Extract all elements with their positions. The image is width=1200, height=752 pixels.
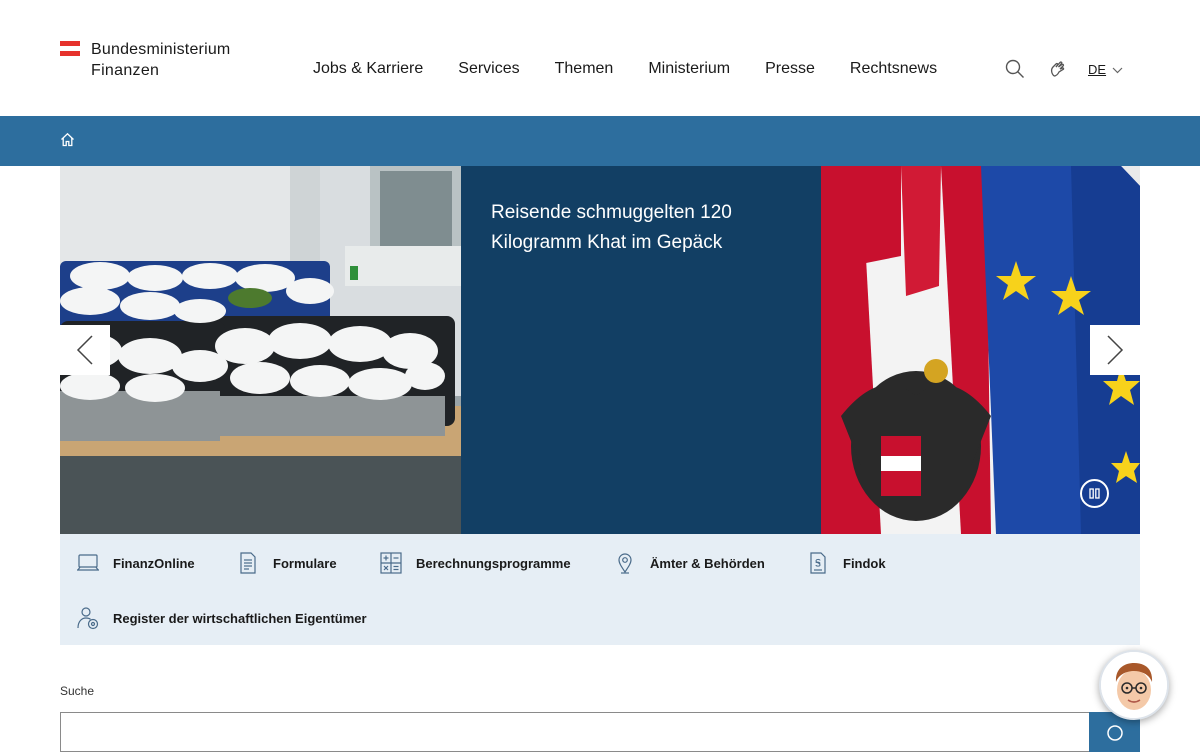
- logo-line-1: Bundesministerium: [91, 41, 231, 58]
- slide-photo-khat-luggage: [60, 166, 461, 534]
- quicklink-finanzonline[interactable]: FinanzOnline: [76, 551, 195, 575]
- quicklinks-panel: FinanzOnline Formulare Berechnungsprogra…: [60, 534, 1140, 645]
- nav-item-ministerium[interactable]: Ministerium: [648, 60, 730, 78]
- search-input[interactable]: [60, 712, 1090, 752]
- slide-title[interactable]: Reisende schmuggelten 120 Kilogramm Khat…: [491, 198, 791, 258]
- laptop-icon: [76, 551, 100, 575]
- nav-item-rechtsnews[interactable]: Rechtsnews: [850, 60, 937, 78]
- nav-item-services[interactable]: Services: [458, 60, 519, 78]
- nav-item-themen[interactable]: Themen: [555, 60, 614, 78]
- main-nav: Jobs & Karriere Services Themen Minister…: [313, 60, 937, 78]
- language-code: DE: [1088, 61, 1107, 77]
- language-selector[interactable]: DE: [1088, 62, 1123, 77]
- search-icon[interactable]: [1004, 58, 1026, 80]
- quicklink-label: Berechnungsprogramme: [416, 555, 571, 571]
- news-carousel: Reisende schmuggelten 120 Kilogramm Khat…: [60, 166, 1140, 534]
- quicklink-label: Findok: [843, 555, 886, 571]
- breadcrumb: [0, 116, 1200, 166]
- document-icon: [236, 551, 260, 575]
- carousel-next-button[interactable]: [1090, 325, 1140, 375]
- quicklink-label: Register der wirtschaftlichen Eigentümer: [113, 610, 367, 626]
- search-label: Suche: [60, 684, 95, 698]
- austria-flag-icon: [60, 41, 80, 56]
- ministry-logo[interactable]: Bundesministerium Finanzen: [60, 39, 230, 81]
- calculator-icon: [379, 551, 403, 575]
- quicklink-register-eigentuemer[interactable]: Register der wirtschaftlichen Eigentümer: [76, 606, 367, 630]
- site-header: Bundesministerium Finanzen Jobs & Karrie…: [0, 0, 1200, 116]
- carousel-pause-button[interactable]: [1080, 479, 1109, 508]
- slide-caption-panel[interactable]: Reisende schmuggelten 120 Kilogramm Khat…: [461, 166, 1052, 534]
- nav-item-presse[interactable]: Presse: [765, 60, 815, 78]
- quicklink-label: Ämter & Behörden: [650, 555, 765, 571]
- person-register-icon: [76, 606, 100, 630]
- quicklink-berechnungsprogramme[interactable]: Berechnungsprogramme: [379, 551, 571, 575]
- quicklink-formulare[interactable]: Formulare: [236, 551, 337, 575]
- quicklink-findok[interactable]: Findok: [806, 551, 886, 575]
- location-pin-icon: [613, 551, 637, 575]
- logo-line-2: Finanzen: [91, 62, 160, 79]
- chevron-down-icon: [1112, 62, 1123, 77]
- quicklink-label: FinanzOnline: [113, 555, 195, 571]
- quicklink-label: Formulare: [273, 555, 337, 571]
- home-icon[interactable]: [60, 132, 76, 148]
- sign-language-icon[interactable]: [1047, 58, 1069, 80]
- chatbot-avatar-button[interactable]: [1099, 650, 1169, 720]
- quicklink-aemter-behoerden[interactable]: Ämter & Behörden: [613, 551, 765, 575]
- search-icon: [1106, 724, 1124, 747]
- carousel-prev-button[interactable]: [60, 325, 110, 375]
- nav-item-jobs-karriere[interactable]: Jobs & Karriere: [313, 60, 423, 78]
- paragraph-document-icon: [806, 551, 830, 575]
- header-tools: DE: [1004, 58, 1123, 80]
